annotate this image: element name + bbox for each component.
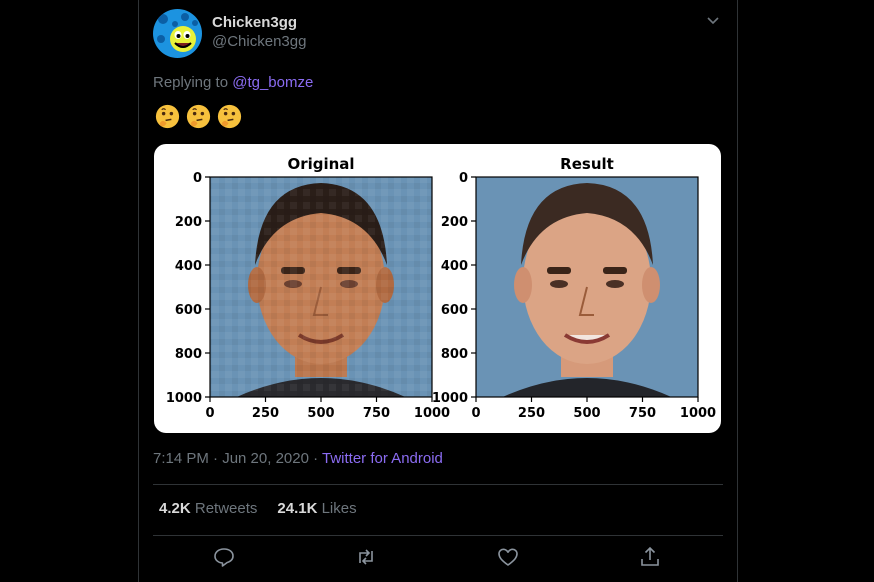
panel-title: Result [560, 155, 614, 173]
original-panel: Original020040060080010000 250 500 750 1000 [166, 155, 450, 421]
generated-face-image [476, 177, 698, 397]
media-figure: Original020040060080010000 250 500 750 1000 … [166, 155, 716, 421]
likes-count: 24.1K [277, 500, 318, 517]
engagement-stats: 4.2K Retweets 24.1K Likes [159, 500, 357, 517]
retweet-icon[interactable] [354, 545, 378, 569]
thinking-face-icon [155, 104, 180, 129]
y-tick-label: 600 [175, 303, 202, 318]
pixelated-face-image [210, 177, 432, 397]
mention-link[interactable]: @tg_bomze [232, 74, 313, 91]
x-tick-label: 750 [363, 406, 390, 421]
thinking-face-icon [186, 104, 211, 129]
replying-to: Replying to @tg_bomze [153, 74, 313, 91]
avatar[interactable] [153, 9, 202, 58]
y-tick-label: 0 [459, 171, 468, 186]
author-names[interactable]: Chicken3gg @Chicken3gg [212, 13, 306, 52]
timeline-border-right [737, 0, 738, 582]
comment-icon[interactable] [212, 545, 236, 569]
handle[interactable]: @Chicken3gg [212, 32, 306, 52]
tweet: Chicken3gg @Chicken3gg Replying to @tg_b… [139, 0, 737, 582]
result-panel: Result020040060080010000 250 500 750 1000 [432, 155, 716, 421]
retweets-count: 4.2K [159, 500, 191, 517]
y-tick-label: 600 [441, 303, 468, 318]
replying-prefix: Replying to [153, 74, 229, 91]
x-tick-label: 0 [471, 406, 480, 421]
y-tick-label: 1000 [166, 391, 202, 406]
x-tick-label: 250 [252, 406, 279, 421]
x-tick-label: 0 [205, 406, 214, 421]
emoji-row [153, 102, 244, 131]
panel-title: Original [287, 155, 354, 173]
x-tick-label: 250 [518, 406, 545, 421]
tweet-meta: 7:14 PM · Jun 20, 2020 · Twitter for And… [153, 450, 443, 467]
x-tick-label: 1000 [680, 406, 716, 421]
y-tick-label: 400 [175, 259, 202, 274]
x-tick-label: 500 [307, 406, 334, 421]
y-tick-label: 200 [175, 215, 202, 230]
divider [153, 535, 723, 536]
likes-label: Likes [321, 500, 357, 517]
x-tick-label: 750 [629, 406, 656, 421]
thinking-face-icon [217, 104, 242, 129]
share-icon[interactable] [638, 545, 662, 569]
retweets-stat[interactable]: 4.2K Retweets [159, 500, 257, 517]
x-tick-label: 1000 [414, 406, 450, 421]
tweet-actions [139, 545, 737, 575]
y-tick-label: 1000 [432, 391, 468, 406]
y-tick-label: 400 [441, 259, 468, 274]
divider [153, 484, 723, 485]
heart-icon[interactable] [496, 545, 520, 569]
retweets-label: Retweets [194, 500, 258, 517]
y-tick-label: 800 [175, 347, 202, 362]
y-tick-label: 200 [441, 215, 468, 230]
display-name[interactable]: Chicken3gg [212, 13, 306, 32]
chevron-down-icon[interactable] [705, 12, 721, 28]
likes-stat[interactable]: 24.1K Likes [277, 500, 356, 517]
y-tick-label: 800 [441, 347, 468, 362]
source-link[interactable]: Twitter for Android [322, 450, 443, 467]
y-tick-label: 0 [193, 171, 202, 186]
timestamp[interactable]: 7:14 PM · Jun 20, 2020 · [153, 450, 322, 467]
tweet-media[interactable]: Original 0 200 400 600 800 1000 0 250 500 750 1000 … [154, 144, 721, 433]
x-tick-label: 500 [573, 406, 600, 421]
